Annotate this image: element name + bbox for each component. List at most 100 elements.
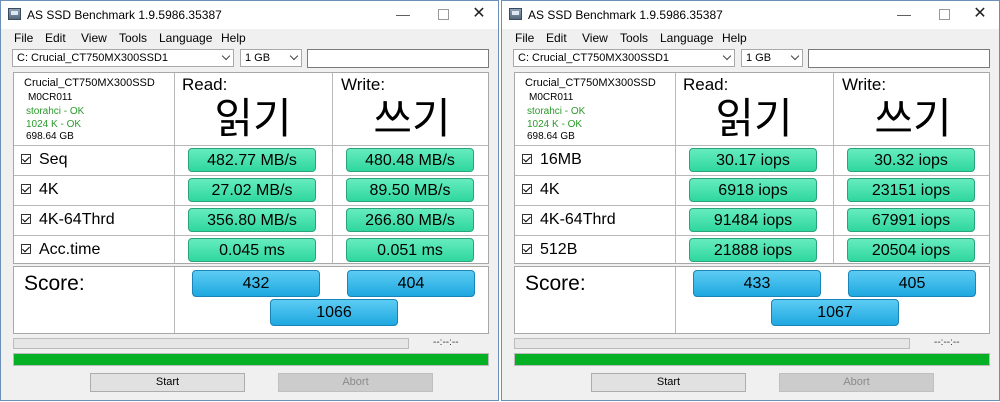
read-result: 356.80 MB/s bbox=[188, 208, 316, 232]
results-panel: Crucial_CT750MX300SSD M0CR011 storahci -… bbox=[514, 72, 990, 264]
row-divider bbox=[515, 175, 989, 176]
read-result: 91484 iops bbox=[689, 208, 817, 232]
checkbox-checked-icon[interactable] bbox=[522, 214, 532, 224]
close-button[interactable]: ✕ bbox=[967, 5, 993, 23]
maximize-button[interactable] bbox=[430, 5, 456, 23]
menu-language[interactable]: Language bbox=[660, 30, 713, 46]
maximize-button[interactable] bbox=[931, 5, 957, 23]
abort-button[interactable]: Abort bbox=[779, 373, 934, 392]
abort-button[interactable]: Abort bbox=[278, 373, 433, 392]
menu-file[interactable]: File bbox=[515, 30, 534, 46]
test-row-label: Acc.time bbox=[39, 241, 101, 258]
drive-select[interactable]: C: Crucial_CT750MX300SSD1 bbox=[513, 49, 735, 67]
row-divider bbox=[515, 235, 989, 236]
benchmark-window-mbs: AS SSD Benchmark 1.9.5986.35387 — ✕ File… bbox=[0, 0, 499, 401]
total-progress-bar bbox=[514, 353, 990, 366]
row-divider bbox=[14, 205, 488, 206]
elapsed-time: --:--:-- bbox=[934, 337, 960, 348]
score-label: Score: bbox=[24, 272, 85, 295]
drive-select-value: C: Crucial_CT750MX300SSD1 bbox=[518, 52, 670, 64]
write-result: 0.051 ms bbox=[346, 238, 474, 262]
checkbox-checked-icon[interactable] bbox=[21, 244, 31, 254]
menu-view[interactable]: View bbox=[81, 30, 107, 46]
app-icon bbox=[509, 8, 522, 20]
score-label: Score: bbox=[525, 272, 586, 295]
drive-model: Crucial_CT750MX300SSD bbox=[525, 77, 656, 89]
read-header: Read: bbox=[683, 75, 729, 94]
read-result: 6918 iops bbox=[689, 178, 817, 202]
read-result: 21888 iops bbox=[689, 238, 817, 262]
size-select-value: 1 GB bbox=[746, 52, 772, 64]
checkbox-checked-icon[interactable] bbox=[21, 154, 31, 164]
drive-select[interactable]: C: Crucial_CT750MX300SSD1 bbox=[12, 49, 234, 67]
minimize-button[interactable]: — bbox=[891, 5, 917, 23]
total-progress-fill bbox=[14, 354, 488, 365]
title-bar[interactable]: AS SSD Benchmark 1.9.5986.35387 — ✕ bbox=[502, 1, 999, 29]
test-row-1[interactable]: Seq bbox=[21, 150, 67, 170]
menu-tools[interactable]: Tools bbox=[620, 30, 648, 46]
minimize-button[interactable]: — bbox=[390, 5, 416, 23]
checkbox-checked-icon[interactable] bbox=[522, 184, 532, 194]
menu-bar: File Edit View Tools Language Help bbox=[502, 29, 999, 47]
menu-file[interactable]: File bbox=[14, 30, 33, 46]
info-text-box[interactable] bbox=[307, 49, 489, 68]
chevron-down-icon bbox=[289, 51, 299, 61]
checkbox-checked-icon[interactable] bbox=[21, 214, 31, 224]
write-result: 266.80 MB/s bbox=[346, 208, 474, 232]
score-total: 1067 bbox=[771, 299, 899, 326]
menu-edit[interactable]: Edit bbox=[45, 30, 66, 46]
test-row-label: 4K-64Thrd bbox=[540, 211, 616, 228]
row-divider bbox=[515, 205, 989, 206]
read-result: 0.045 ms bbox=[188, 238, 316, 262]
drive-select-value: C: Crucial_CT750MX300SSD1 bbox=[17, 52, 169, 64]
window-title: AS SSD Benchmark 1.9.5986.35387 bbox=[528, 8, 723, 22]
read-big-label: 읽기 bbox=[214, 94, 292, 143]
size-select[interactable]: 1 GB bbox=[741, 49, 803, 67]
score-write: 405 bbox=[848, 270, 976, 297]
test-row-1[interactable]: 16MB bbox=[522, 150, 582, 170]
score-read: 432 bbox=[192, 270, 320, 297]
total-progress-bar bbox=[13, 353, 489, 366]
menu-edit[interactable]: Edit bbox=[546, 30, 567, 46]
write-big-label: 쓰기 bbox=[373, 94, 451, 143]
write-big-label: 쓰기 bbox=[874, 94, 952, 143]
menu-help[interactable]: Help bbox=[722, 30, 747, 46]
test-row-4[interactable]: Acc.time bbox=[21, 240, 100, 260]
test-row-label: Seq bbox=[39, 151, 68, 168]
menu-tools[interactable]: Tools bbox=[119, 30, 147, 46]
test-row-label: 4K bbox=[540, 181, 560, 198]
size-select[interactable]: 1 GB bbox=[240, 49, 302, 67]
drive-firmware: M0CR011 bbox=[529, 92, 574, 103]
title-bar[interactable]: AS SSD Benchmark 1.9.5986.35387 — ✕ bbox=[1, 1, 498, 29]
info-text-box[interactable] bbox=[808, 49, 990, 68]
drive-firmware: M0CR011 bbox=[28, 92, 73, 103]
close-button[interactable]: ✕ bbox=[466, 5, 492, 23]
start-button[interactable]: Start bbox=[591, 373, 746, 392]
chevron-down-icon bbox=[221, 51, 231, 61]
menu-language[interactable]: Language bbox=[159, 30, 212, 46]
test-row-3[interactable]: 4K-64Thrd bbox=[522, 210, 616, 230]
row-divider bbox=[14, 235, 488, 236]
write-result: 30.32 iops bbox=[847, 148, 975, 172]
test-row-2[interactable]: 4K bbox=[522, 180, 560, 200]
checkbox-checked-icon[interactable] bbox=[522, 154, 532, 164]
chevron-down-icon bbox=[790, 51, 800, 61]
column-divider bbox=[174, 267, 175, 333]
start-button[interactable]: Start bbox=[90, 373, 245, 392]
row-divider bbox=[515, 145, 989, 146]
test-row-label: 4K-64Thrd bbox=[39, 211, 115, 228]
menu-view[interactable]: View bbox=[582, 30, 608, 46]
driver-status: storahci - OK bbox=[26, 106, 85, 117]
app-icon bbox=[8, 8, 21, 20]
test-row-2[interactable]: 4K bbox=[21, 180, 59, 200]
checkbox-checked-icon[interactable] bbox=[21, 184, 31, 194]
column-divider bbox=[675, 267, 676, 333]
score-read: 433 bbox=[693, 270, 821, 297]
checkbox-checked-icon[interactable] bbox=[522, 244, 532, 254]
results-panel: Crucial_CT750MX300SSD M0CR011 storahci -… bbox=[13, 72, 489, 264]
test-row-4[interactable]: 512B bbox=[522, 240, 577, 260]
menu-help[interactable]: Help bbox=[221, 30, 246, 46]
write-result: 67991 iops bbox=[847, 208, 975, 232]
test-row-3[interactable]: 4K-64Thrd bbox=[21, 210, 115, 230]
drive-capacity: 698.64 GB bbox=[26, 131, 74, 142]
